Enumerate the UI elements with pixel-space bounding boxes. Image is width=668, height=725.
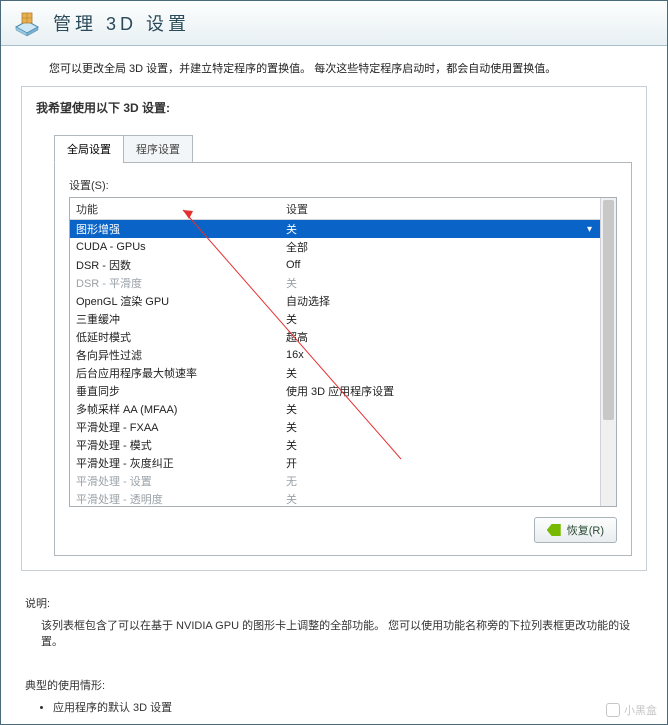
chevron-down-icon[interactable]: ▾ <box>587 224 592 235</box>
row-feature: OpenGL 渲染 GPU <box>70 293 280 309</box>
column-setting[interactable]: 设置 <box>280 201 616 217</box>
row-value-text: 关 <box>286 368 297 380</box>
row-value-text: 16x <box>286 349 304 361</box>
row-value-text: 关 <box>286 278 297 290</box>
settings-row[interactable]: 垂直同步使用 3D 应用程序设置 <box>70 382 616 400</box>
settings-row[interactable]: 低延时模式超高 <box>70 328 616 346</box>
row-value: 关 <box>280 365 600 381</box>
row-feature: 平滑处理 - 模式 <box>70 437 280 453</box>
row-value: 开 <box>280 455 600 471</box>
row-value-text: 使用 3D 应用程序设置 <box>286 386 394 398</box>
row-value-dropdown[interactable]: 关▾ <box>280 221 600 237</box>
restore-button[interactable]: 恢复(R) <box>534 517 617 543</box>
settings-row[interactable]: 平滑处理 - 设置无 <box>70 472 616 490</box>
row-value: 自动选择 <box>280 293 600 309</box>
tab-global[interactable]: 全局设置 <box>54 135 124 163</box>
nvidia-logo-icon <box>547 524 561 536</box>
row-feature: 多帧采样 AA (MFAA) <box>70 401 280 417</box>
settings-row[interactable]: 平滑处理 - 灰度纠正开 <box>70 454 616 472</box>
scrollbar-thumb[interactable] <box>603 200 614 420</box>
row-feature: 图形增强 <box>70 221 280 237</box>
panel-title: 我希望使用以下 3D 设置: <box>36 99 632 116</box>
settings-row[interactable]: OpenGL 渲染 GPU 自动选择 <box>70 292 616 310</box>
row-feature: DSR - 平滑度 <box>70 275 280 291</box>
row-value: 关 <box>280 401 600 417</box>
row-feature: DSR - 因数 <box>70 257 280 273</box>
row-value-text: 关 <box>286 494 297 506</box>
row-value-text: 全部 <box>286 242 308 254</box>
row-value: 16x <box>280 349 600 361</box>
row-value: 关 <box>280 275 600 291</box>
row-feature: 后台应用程序最大帧速率 <box>70 365 280 381</box>
settings-row[interactable]: 多帧采样 AA (MFAA) 关 <box>70 400 616 418</box>
description-label: 说明: <box>25 595 643 611</box>
row-feature: 平滑处理 - FXAA <box>70 419 280 435</box>
row-value-text: 关 <box>286 314 297 326</box>
row-value-text: 关 <box>286 404 297 416</box>
settings-row[interactable]: 后台应用程序最大帧速率关 <box>70 364 616 382</box>
row-value: 关 <box>280 311 600 327</box>
typical-label: 典型的使用情形: <box>25 677 643 693</box>
row-value: 全部 <box>280 239 600 255</box>
row-value: 关 <box>280 491 600 507</box>
row-feature: 平滑处理 - 灰度纠正 <box>70 455 280 471</box>
settings-row[interactable]: DSR - 因数 Off <box>70 256 616 274</box>
row-value: Off <box>280 259 600 271</box>
typical-item: 应用程序的默认 3D 设置 <box>53 699 643 715</box>
row-value-text: 超高 <box>286 332 308 344</box>
watermark: 小黑盒 <box>606 702 657 718</box>
tab-program[interactable]: 程序设置 <box>123 135 193 163</box>
tab-body: 设置(S): 功能 设置 图形增强关▾CUDA - GPUs全部DSR - 因数… <box>54 162 632 556</box>
description-text: 该列表框包含了可以在基于 NVIDIA GPU 的图形卡上调整的全部功能。 您可… <box>41 617 643 649</box>
settings-grid: 功能 设置 图形增强关▾CUDA - GPUs全部DSR - 因数OffDSR … <box>69 197 617 507</box>
settings-row[interactable]: 平滑处理 - 模式关 <box>70 436 616 454</box>
row-value-text: 开 <box>286 458 297 470</box>
row-value-text: 关 <box>286 422 297 434</box>
row-value-text: 关 <box>286 221 297 237</box>
typical-block: 典型的使用情形: 应用程序的默认 3D 设置 <box>1 649 667 715</box>
row-value-text: 关 <box>286 440 297 452</box>
settings-row[interactable]: DSR - 平滑度关 <box>70 274 616 292</box>
row-feature: 低延时模式 <box>70 329 280 345</box>
row-value-text: 无 <box>286 476 297 488</box>
settings-row[interactable]: 图形增强关▾ <box>70 220 616 238</box>
page-title: 管理 3D 设置 <box>53 10 190 36</box>
settings-row[interactable]: 三重缓冲关 <box>70 310 616 328</box>
intro-text: 您可以更改全局 3D 设置，并建立特定程序的置换值。 每次这些特定程序启动时，都… <box>1 46 667 86</box>
watermark-icon <box>606 703 620 717</box>
settings-row[interactable]: 平滑处理 - FXAA 关 <box>70 418 616 436</box>
column-feature[interactable]: 功能 <box>70 201 280 217</box>
row-value-text: Off <box>286 259 300 271</box>
restore-button-label: 恢复(R) <box>567 522 604 538</box>
settings-panel: 我希望使用以下 3D 设置: 全局设置 程序设置 设置(S): 功能 设置 图形… <box>21 86 647 571</box>
settings-label: 设置(S): <box>69 177 617 193</box>
tab-strip: 全局设置 程序设置 <box>54 134 632 162</box>
page-header: 管理 3D 设置 <box>1 1 667 46</box>
row-value: 超高 <box>280 329 600 345</box>
row-value: 无 <box>280 473 600 489</box>
row-value: 关 <box>280 437 600 453</box>
row-feature: CUDA - GPUs <box>70 241 280 253</box>
row-feature: 平滑处理 - 设置 <box>70 473 280 489</box>
scrollbar[interactable] <box>600 198 616 506</box>
row-value-text: 自动选择 <box>286 296 330 308</box>
nvidia-3d-icon <box>11 7 43 39</box>
description-block: 说明: 该列表框包含了可以在基于 NVIDIA GPU 的图形卡上调整的全部功能… <box>1 571 667 649</box>
row-feature: 平滑处理 - 透明度 <box>70 491 280 507</box>
row-feature: 三重缓冲 <box>70 311 280 327</box>
row-value: 使用 3D 应用程序设置 <box>280 383 600 399</box>
grid-header: 功能 设置 <box>70 198 616 220</box>
row-feature: 各向异性过滤 <box>70 347 280 363</box>
watermark-text: 小黑盒 <box>624 702 657 718</box>
settings-row[interactable]: 各向异性过滤 16x <box>70 346 616 364</box>
settings-row[interactable]: CUDA - GPUs 全部 <box>70 238 616 256</box>
settings-row[interactable]: 平滑处理 - 透明度关 <box>70 490 616 507</box>
row-feature: 垂直同步 <box>70 383 280 399</box>
row-value: 关 <box>280 419 600 435</box>
